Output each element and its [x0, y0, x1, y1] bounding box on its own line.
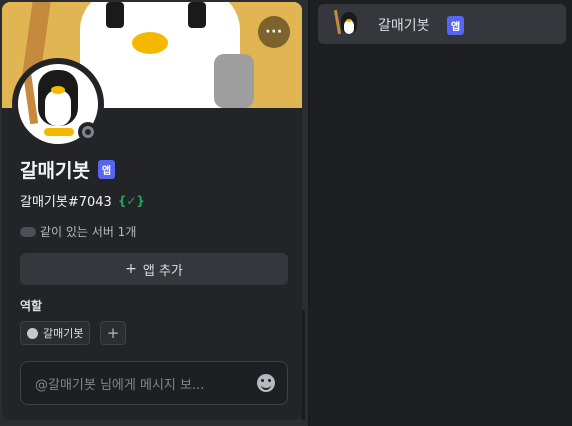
- plus-icon: +: [125, 261, 137, 277]
- more-icon: ···: [265, 24, 283, 40]
- username-tag: 갈매기봇#7043: [20, 195, 112, 210]
- status-offline-icon: [78, 122, 98, 142]
- banner-wing-art: [214, 54, 254, 108]
- profile-card: ··· 갈매기봇 앱 갈매기봇#7043 {✓} 같이 있는 서버 1개 + 앱…: [2, 2, 302, 420]
- role-name: 갈매기봇: [43, 327, 84, 340]
- add-role-icon: +: [106, 324, 120, 342]
- banner-beak-art: [132, 32, 168, 54]
- banner-eye-left: [106, 2, 124, 28]
- more-options-button[interactable]: ···: [258, 16, 290, 48]
- member-avatar-stick: [333, 9, 342, 35]
- mutual-servers-text: 같이 있는 서버 1개: [40, 225, 137, 239]
- status-ring: [82, 126, 94, 138]
- app-badge: 앱: [97, 160, 116, 179]
- add-app-label: 앱 추가: [142, 263, 183, 279]
- member-avatar-belly: [344, 20, 354, 34]
- display-name-row: 갈매기봇 앱: [20, 156, 116, 183]
- verified-icon: {✓}: [117, 193, 145, 208]
- role-chip[interactable]: 갈매기봇: [20, 321, 91, 345]
- member-avatar-beak: [346, 19, 352, 22]
- roles-heading: 역할: [20, 299, 43, 313]
- member-name: 갈매기봇: [378, 18, 430, 34]
- avatar-penguin-feet: [44, 128, 74, 136]
- mutual-servers-link[interactable]: 같이 있는 서버 1개: [20, 223, 136, 240]
- member-list-pane: [310, 0, 572, 426]
- server-icon: [20, 226, 36, 237]
- avatar-penguin-beak: [51, 86, 65, 94]
- banner-eye-right: [188, 2, 206, 28]
- add-role-button[interactable]: +: [100, 321, 126, 345]
- member-avatar: [333, 9, 362, 38]
- avatar-stick-art: [21, 64, 39, 125]
- message-input[interactable]: @갈매기봇 님에게 메시지 보...: [20, 361, 288, 405]
- role-color-dot: [27, 327, 38, 339]
- member-list-item[interactable]: 갈매기봇 앱: [318, 4, 566, 44]
- username-tag-row: 갈매기봇#7043 {✓}: [20, 191, 145, 211]
- message-placeholder: @갈매기봇 님에게 메시지 보...: [35, 377, 205, 393]
- member-app-badge: 앱: [447, 16, 465, 35]
- display-name: 갈매기봇: [20, 160, 90, 182]
- avatar-penguin-belly: [45, 90, 71, 126]
- add-app-button[interactable]: + 앱 추가: [20, 253, 288, 285]
- emoji-icon[interactable]: [257, 374, 275, 392]
